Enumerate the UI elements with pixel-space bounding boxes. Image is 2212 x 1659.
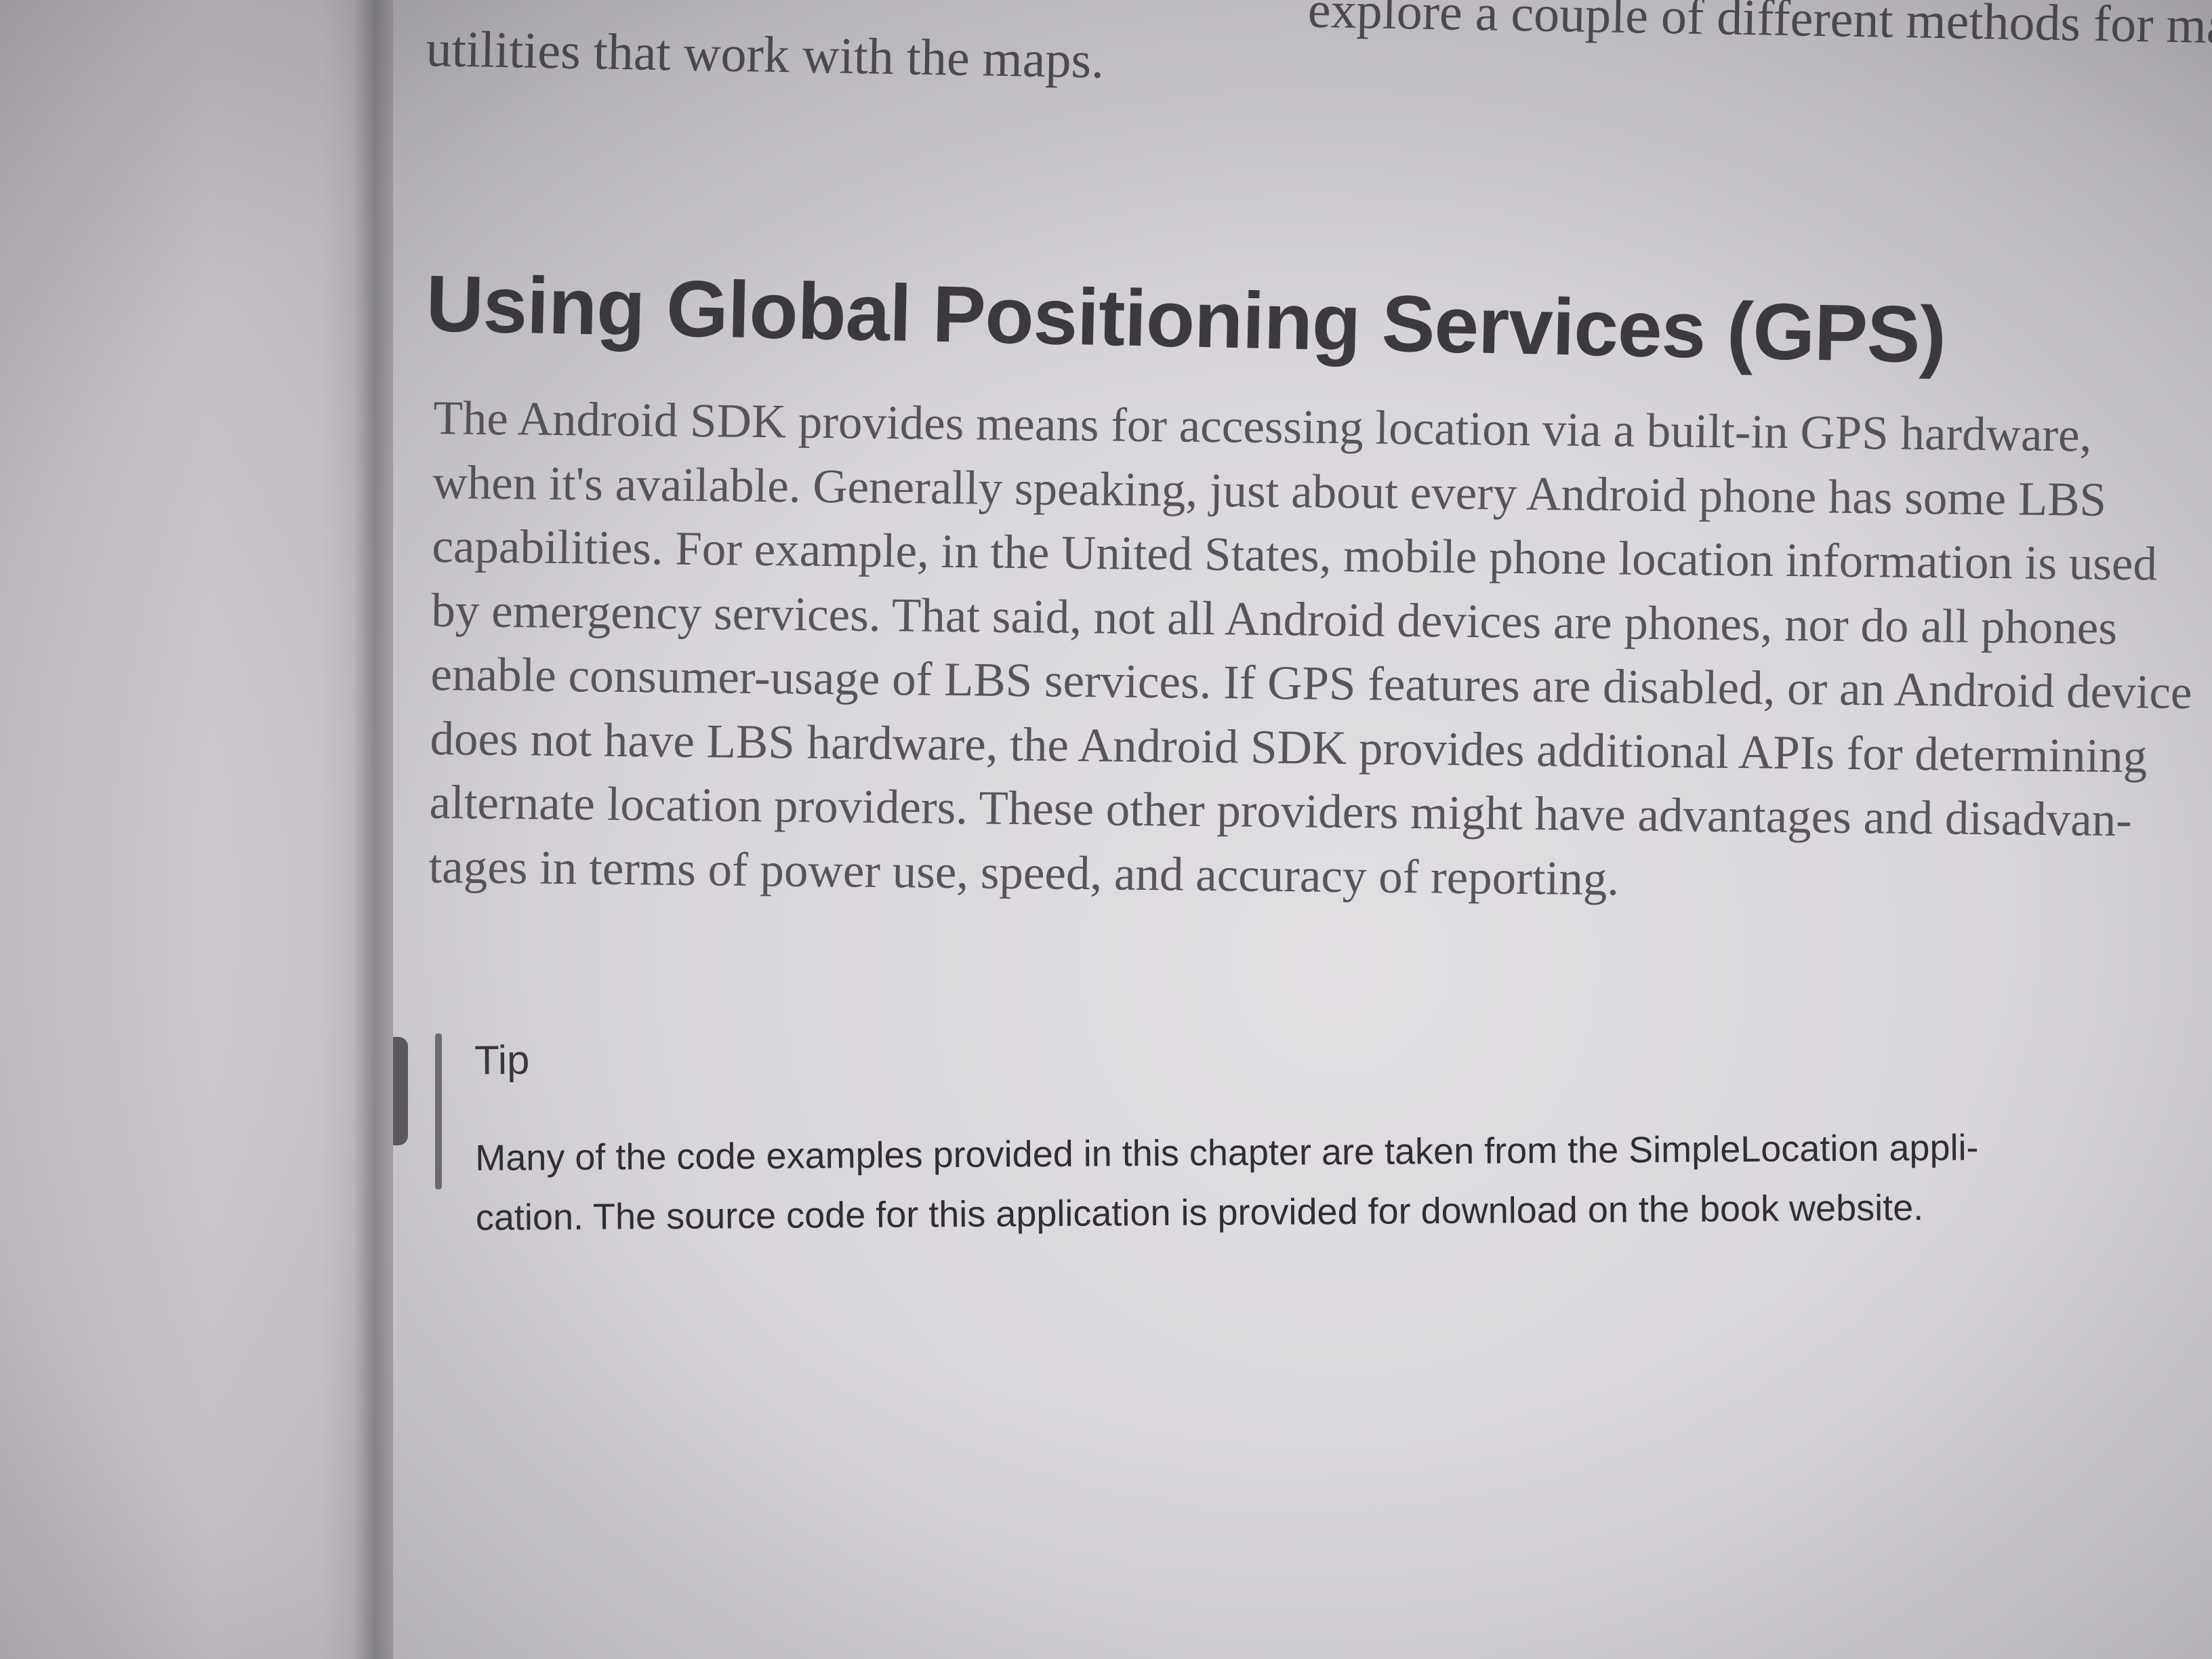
tip-line: Many of the code examples provided in th… <box>475 1127 1979 1179</box>
tip-marker-tab <box>393 1037 408 1145</box>
tip-text: Many of the code examples provided in th… <box>475 1116 2211 1248</box>
book-gutter <box>352 0 393 1659</box>
tip-label: Tip <box>474 1037 530 1083</box>
section-heading: Using Global Positioning Services (GPS) <box>425 258 1947 380</box>
fragment-line-1: explore a couple of different methods fo… <box>1307 0 2212 58</box>
tip-line: cation. The source code for this applica… <box>475 1187 1924 1238</box>
tip-box: Tip Many of the code examples provided i… <box>474 1021 2211 1248</box>
fragment-line-2: utilities that work with the maps. <box>426 20 1105 89</box>
section-paragraph: The Android SDK provides means for acces… <box>428 386 2212 918</box>
right-page: explore a couple of different methods fo… <box>393 0 2212 1659</box>
left-page <box>0 0 380 1659</box>
tip-side-bar <box>435 1033 442 1189</box>
previous-text-fragment: explore a couple of different methods fo… <box>426 0 2212 89</box>
